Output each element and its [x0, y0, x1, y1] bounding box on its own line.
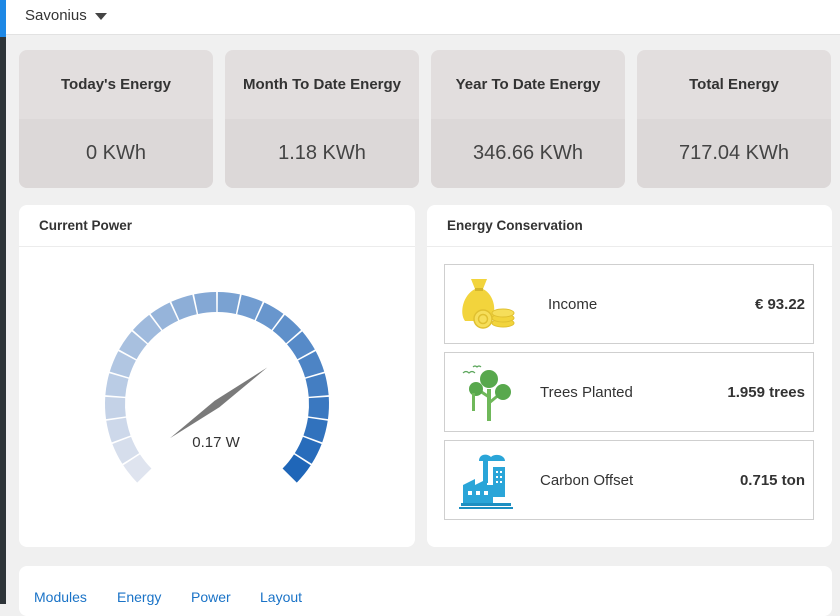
money-bag-icon [462, 279, 515, 329]
gauge-segment [217, 292, 240, 314]
energy-conservation-panel: Energy Conservation Income € 93.22 Trees… [427, 205, 832, 547]
panel-title: Current Power [39, 218, 133, 233]
conservation-label: Carbon Offset [540, 472, 634, 489]
factory-icon [459, 454, 513, 509]
tab-power[interactable]: Power [191, 589, 231, 605]
kpi-card-year: Year To Date Energy 346.66 KWh [431, 50, 625, 188]
kpi-label: Today's Energy [61, 76, 171, 93]
gauge-segment [105, 373, 129, 397]
gauge-segment [305, 373, 329, 397]
conservation-item-trees: Trees Planted 1.959 trees [444, 352, 814, 432]
kpi-card-today: Today's Energy 0 KWh [19, 50, 213, 188]
kpi-value: 346.66 KWh [431, 119, 625, 188]
tab-modules[interactable]: Modules [34, 589, 87, 605]
tab-energy[interactable]: Energy [117, 589, 161, 605]
current-power-panel: Current Power 0.17 W [19, 205, 415, 547]
conservation-item-carbon: Carbon Offset 0.715 ton [444, 440, 814, 520]
kpi-value: 0 KWh [19, 119, 213, 188]
conservation-label: Income [548, 296, 598, 313]
site-selector-value: Savonius [25, 7, 87, 24]
conservation-item-income: Income € 93.22 [444, 264, 814, 344]
power-gauge: 0.17 W [105, 292, 330, 483]
kpi-value: 717.04 KWh [637, 119, 831, 188]
left-rail [0, 0, 6, 604]
tab-layout[interactable]: Layout [260, 589, 302, 605]
gauge-segment [308, 396, 330, 420]
divider [427, 246, 832, 247]
bottom-nav-panel: Modules Energy Power Layout [19, 566, 832, 616]
kpi-label: Month To Date Energy [242, 76, 402, 93]
top-bar: Savonius [6, 0, 840, 35]
kpi-value: 1.18 KWh [225, 119, 419, 188]
gauge-segment [194, 292, 217, 314]
gauge-needle [170, 367, 268, 439]
trees-icon [462, 365, 511, 421]
conservation-value: 1.959 trees [727, 384, 805, 401]
site-selector-dropdown[interactable]: Savonius [25, 7, 107, 24]
gauge-reading: 0.17 W [192, 434, 240, 451]
gauge-arc [105, 292, 330, 483]
kpi-label: Total Energy [689, 76, 779, 93]
gauge-segment [105, 396, 126, 420]
conservation-label: Trees Planted [540, 384, 633, 401]
panel-title: Energy Conservation [447, 218, 583, 233]
caret-down-icon [94, 12, 107, 20]
kpi-label: Year To Date Energy [455, 76, 601, 93]
kpi-card-month: Month To Date Energy 1.18 KWh [225, 50, 419, 188]
conservation-value: 0.715 ton [739, 472, 805, 489]
kpi-card-total: Total Energy 717.04 KWh [637, 50, 831, 188]
conservation-value: € 93.22 [754, 296, 805, 313]
